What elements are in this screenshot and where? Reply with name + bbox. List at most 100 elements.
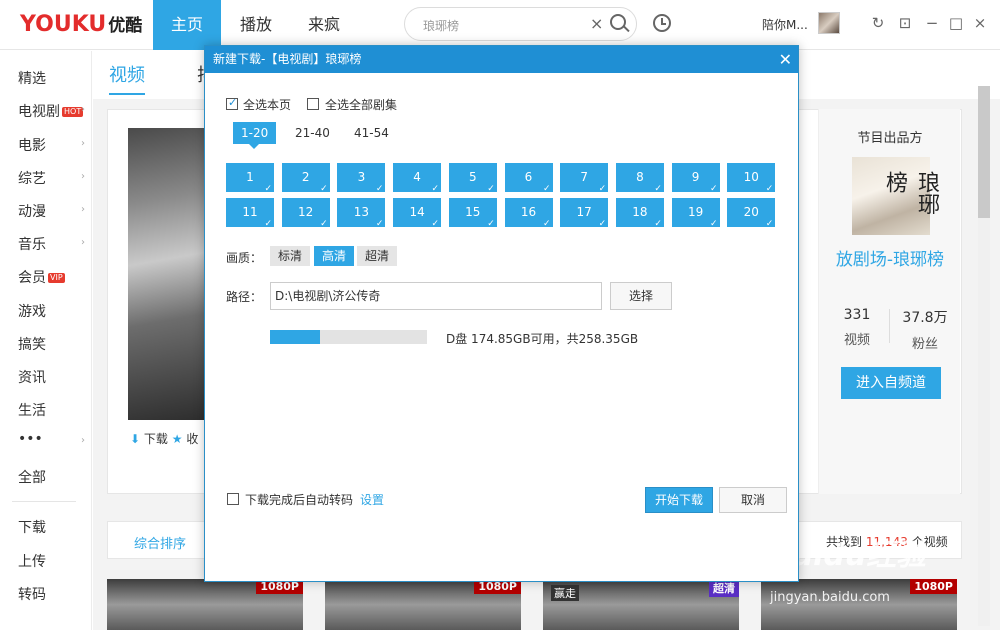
avatar[interactable] <box>818 12 840 34</box>
download-icon[interactable]: ⬇ <box>130 432 140 446</box>
episode-button[interactable]: 16 <box>504 198 553 229</box>
sidebar-divider <box>12 501 76 502</box>
quality-fhd-button[interactable]: 超清 <box>357 246 398 266</box>
refresh-icon[interactable]: ↻ <box>869 14 887 32</box>
stat-divider <box>889 309 890 343</box>
episode-button[interactable]: 1 <box>226 163 274 194</box>
sidebar-item-all[interactable]: 全部 <box>18 467 46 487</box>
history-clock-icon[interactable] <box>653 14 671 32</box>
dialog-close-icon[interactable]: ✕ <box>779 46 792 73</box>
episode-button[interactable]: 8 <box>615 163 664 194</box>
disk-usage-bar <box>270 330 427 344</box>
episode-button[interactable]: 10 <box>727 163 776 194</box>
episode-button[interactable]: 14 <box>393 198 442 229</box>
nav-tab-home[interactable]: 主页 <box>153 0 221 50</box>
sidebar-item-funny[interactable]: 搞笑 <box>18 334 46 354</box>
channel-name[interactable]: 放剧场-琅琊榜 <box>827 249 953 271</box>
select-page-checkbox[interactable] <box>226 96 238 110</box>
auto-transcode-label[interactable]: 下载完成后自动转码 <box>245 491 353 508</box>
channel-image[interactable]: 琅琊榜 <box>852 157 939 235</box>
episode-button[interactable]: 20 <box>727 198 776 229</box>
quality-label: 画质： <box>226 251 263 265</box>
episode-button[interactable]: 7 <box>560 163 609 194</box>
path-input[interactable]: D:\电视剧\济公传奇 <box>270 282 602 310</box>
minimize-icon[interactable]: − <box>923 14 941 32</box>
sidebar-item-anime[interactable]: 动漫 <box>18 201 46 221</box>
video-thumbnail[interactable]: 1080P <box>325 579 521 630</box>
episode-button[interactable]: 9 <box>671 163 720 194</box>
range-tab-41-54[interactable]: 41-54 <box>346 122 397 144</box>
scrollbar-thumb[interactable] <box>978 86 990 218</box>
chevron-right-icon: › <box>81 104 85 115</box>
sort-comprehensive[interactable]: 综合排序 <box>134 533 186 552</box>
sidebar-item-tv[interactable]: 电视剧 HOT <box>18 101 84 121</box>
search-icon[interactable] <box>610 14 626 30</box>
episode-button[interactable]: 18 <box>615 198 664 229</box>
sidebar-item-featured[interactable]: 精选 <box>18 68 46 88</box>
episode-button[interactable]: 5 <box>448 163 497 194</box>
maximize-icon[interactable]: □ <box>947 14 965 32</box>
sidebar-item-life[interactable]: 生活 <box>18 400 46 420</box>
episode-button[interactable]: 4 <box>393 163 442 194</box>
disk-info: D盘 174.85GB可用，共258.35GB <box>446 332 639 346</box>
sidebar-item-download[interactable]: 下载 <box>18 517 46 537</box>
sidebar-item-movies[interactable]: 电影 <box>18 135 46 155</box>
minimize-to-tray-icon[interactable]: ⊡ <box>896 14 914 32</box>
sidebar-item-label: 音乐 <box>18 237 46 253</box>
episode-button[interactable]: 2 <box>281 163 330 194</box>
quality-hd-button[interactable]: 高清 <box>314 246 355 266</box>
sidebar-item-label: 搞笑 <box>18 337 46 353</box>
sidebar-item-transcode[interactable]: 转码 <box>18 584 46 604</box>
poster-actions: ⬇ 下载 ★ 收 <box>130 430 198 447</box>
more-dots-icon: ••• <box>18 431 43 447</box>
video-thumbnail[interactable]: 赢走 超清 <box>543 579 739 630</box>
episode-button[interactable]: 12 <box>281 198 330 229</box>
select-all-checkbox[interactable] <box>307 98 319 110</box>
settings-link[interactable]: 设置 <box>360 491 384 508</box>
cancel-button[interactable]: 取消 <box>719 487 787 513</box>
episode-button[interactable]: 17 <box>560 198 609 229</box>
download-link[interactable]: 下载 <box>144 432 168 446</box>
select-page-label[interactable]: 全选本页 <box>243 96 291 113</box>
sidebar-item-more[interactable]: ••• <box>18 431 43 447</box>
start-download-button[interactable]: 开始下载 <box>645 487 713 513</box>
sidebar-item-games[interactable]: 游戏 <box>18 301 46 321</box>
search-box[interactable]: 琅琊榜 × <box>404 7 637 41</box>
episode-button[interactable]: 6 <box>504 163 553 194</box>
star-icon[interactable]: ★ <box>172 432 183 446</box>
enter-channel-button[interactable]: 进入自频道 <box>841 367 941 399</box>
nav-tab-laifeng[interactable]: 来疯 <box>290 0 358 50</box>
nav-tab-play[interactable]: 播放 <box>222 0 290 50</box>
sidebar-item-music[interactable]: 音乐 <box>18 234 46 254</box>
episode-button[interactable]: 19 <box>671 198 720 229</box>
sidebar-item-upload[interactable]: 上传 <box>18 551 46 571</box>
episode-button[interactable]: 11 <box>226 198 274 229</box>
username[interactable]: 陪你M... <box>762 16 808 33</box>
quality-sd-button[interactable]: 标清 <box>270 246 311 266</box>
episode-button[interactable]: 3 <box>337 163 386 194</box>
episode-button[interactable]: 15 <box>448 198 497 229</box>
quality-badge: 1080P <box>910 579 957 594</box>
close-icon[interactable]: × <box>971 14 989 32</box>
clear-icon[interactable]: × <box>590 14 603 33</box>
sidebar-item-vip[interactable]: 会员 VIP <box>18 267 65 287</box>
search-input[interactable]: 琅琊榜 <box>423 17 459 34</box>
range-tab-21-40[interactable]: 21-40 <box>287 122 338 144</box>
collect-link[interactable]: 收 <box>186 432 198 446</box>
fans-label: 粉丝 <box>911 337 938 352</box>
range-tab-1-20[interactable]: 1-20 <box>233 122 277 149</box>
video-thumbnail[interactable]: 1080P <box>107 579 303 630</box>
show-poster[interactable] <box>128 128 212 420</box>
tab-video[interactable]: 视频 <box>109 61 145 95</box>
choose-path-button[interactable]: 选择 <box>610 282 672 310</box>
auto-transcode-checkbox[interactable] <box>227 493 239 505</box>
episode-button[interactable]: 13 <box>337 198 386 229</box>
vip-badge: VIP <box>48 273 65 283</box>
youku-logo[interactable]: YOUKU 优酷 <box>20 11 142 37</box>
sidebar-item-variety[interactable]: 综艺 <box>18 168 46 188</box>
sidebar-item-news[interactable]: 资讯 <box>18 367 46 387</box>
select-all-label[interactable]: 全选全部剧集 <box>325 96 397 113</box>
new-download-dialog: 新建下载-【电视剧】琅琊榜 ✕ 全选本页 全选全部剧集 1-20 21-40 4… <box>204 45 799 582</box>
channel-card-title: 节目出品方 <box>857 131 923 146</box>
dialog-header: 新建下载-【电视剧】琅琊榜 ✕ <box>205 46 798 73</box>
